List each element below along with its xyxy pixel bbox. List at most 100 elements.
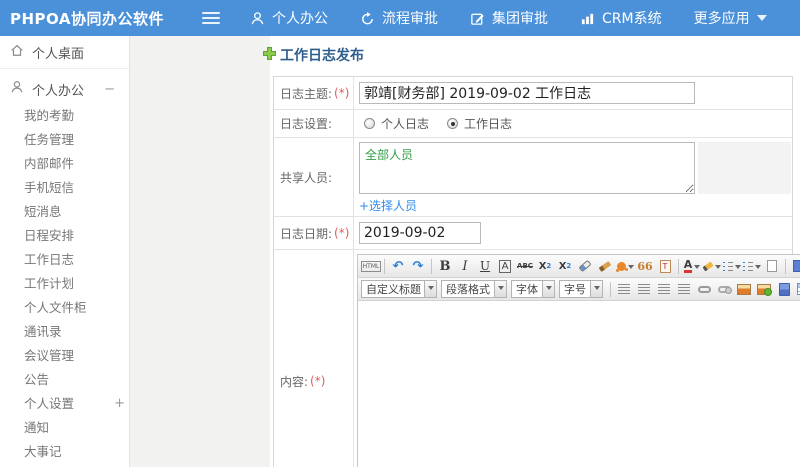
- font-color-button[interactable]: A: [682, 257, 702, 276]
- form-row-log-type: 日志设置: 个人日志 工作日志: [274, 110, 792, 138]
- nav-more-apps[interactable]: 更多应用: [678, 0, 783, 36]
- caret-down-icon: [590, 281, 602, 297]
- app-body: 个人桌面 个人办公 − 我的考勤 任务管理 内部邮件 手机短信 短消息 日程安排…: [0, 36, 800, 467]
- italic-button[interactable]: I: [455, 257, 475, 276]
- app-title: PHPOA协同办公软件: [10, 9, 164, 28]
- insert-web-image-button[interactable]: [754, 280, 774, 299]
- paste-as-text-button[interactable]: T: [655, 257, 675, 276]
- sidebar-item-notices[interactable]: 通知: [0, 416, 129, 440]
- align-left-button[interactable]: [614, 280, 634, 299]
- person-icon: [10, 80, 24, 98]
- nav-group-approval[interactable]: 集团审批: [454, 0, 564, 36]
- share-cell-filler: [698, 142, 791, 194]
- editor-content-area[interactable]: [358, 301, 800, 467]
- subscript-button[interactable]: X2: [555, 257, 575, 276]
- insert-link-button[interactable]: [694, 280, 714, 299]
- bar-chart-icon: [580, 11, 595, 26]
- sidebar-item-attendance[interactable]: 我的考勤: [0, 104, 129, 128]
- blockquote-button[interactable]: 66: [635, 257, 655, 276]
- nav-personal-office[interactable]: 个人办公: [234, 0, 344, 36]
- underline-button[interactable]: U: [475, 257, 495, 276]
- sidebar-item-meetings[interactable]: 会议管理: [0, 344, 129, 368]
- sidebar-item-personal-settings[interactable]: 个人设置 +: [0, 392, 129, 416]
- sidebar-submenu-2: 通知 大事记: [0, 416, 129, 464]
- sidebar-item-major-events[interactable]: 大事记: [0, 440, 129, 464]
- work-log-form: 日志主题: (*) 日志设置: 个人日志 工作日志: [273, 76, 800, 467]
- strikethrough-button[interactable]: ABC: [515, 257, 535, 276]
- sidebar-item-file-cabinet[interactable]: 个人文件柜: [0, 296, 129, 320]
- align-center-button[interactable]: [634, 280, 654, 299]
- sidebar-item-contacts[interactable]: 通讯录: [0, 320, 129, 344]
- main-content: 工作日志发布 日志主题: (*) 日志设置: 个人日志: [263, 36, 800, 467]
- caret-down-icon: [756, 15, 767, 26]
- log-date-input[interactable]: [359, 222, 481, 244]
- remove-link-button[interactable]: [714, 280, 734, 299]
- required-marker: (*): [334, 226, 350, 240]
- subject-input[interactable]: [359, 82, 695, 104]
- nav-crm-system[interactable]: CRM系统: [564, 0, 678, 36]
- custom-heading-select[interactable]: 自定义标题: [361, 280, 437, 298]
- sidebar-item-work-plan[interactable]: 工作计划: [0, 272, 129, 296]
- sidebar-item-messages[interactable]: 短消息: [0, 200, 129, 224]
- expand-plus-icon[interactable]: +: [114, 392, 129, 416]
- font-style-button[interactable]: A: [495, 257, 515, 276]
- insert-media-button[interactable]: [774, 280, 794, 299]
- sidebar-item-desktop[interactable]: 个人桌面: [0, 36, 129, 69]
- sidebar-item-tasks[interactable]: 任务管理: [0, 128, 129, 152]
- subject-label: 日志主题:: [280, 86, 333, 101]
- collapse-minus-icon[interactable]: −: [104, 82, 119, 97]
- redo-button[interactable]: ↷: [408, 257, 428, 276]
- top-nav: 个人办公 流程审批 集团审批 CRM系统 更多应用: [234, 0, 783, 36]
- personal-log-radio-label[interactable]: 个人日志: [381, 115, 429, 132]
- font-family-select[interactable]: 字体: [511, 280, 555, 298]
- html-source-button[interactable]: HTML: [360, 257, 382, 276]
- editor-toolbar-row-1: HTML ↶ ↷ B I U A ABC X2 X2 66 T A: [358, 255, 800, 278]
- new-page-button[interactable]: [762, 257, 782, 276]
- sidebar-item-sms[interactable]: 手机短信: [0, 176, 129, 200]
- auto-typeset-button[interactable]: [615, 257, 635, 276]
- bold-button[interactable]: B: [435, 257, 455, 276]
- required-marker: (*): [334, 86, 350, 100]
- sidebar-item-schedule[interactable]: 日程安排: [0, 224, 129, 248]
- highlight-color-button[interactable]: [702, 257, 722, 276]
- align-right-button[interactable]: [654, 280, 674, 299]
- form-row-share: 共享人员: 全部人员 +选择人员: [274, 138, 792, 217]
- caret-down-icon: [494, 281, 506, 297]
- font-size-select[interactable]: 字号: [559, 280, 603, 298]
- required-marker: (*): [310, 374, 326, 388]
- caret-down-icon: [755, 264, 761, 272]
- unordered-list-button[interactable]: [742, 257, 762, 276]
- insert-image-button[interactable]: [734, 280, 754, 299]
- share-people-textarea[interactable]: 全部人员: [359, 142, 695, 194]
- superscript-button[interactable]: X2: [535, 257, 555, 276]
- sidebar-item-announcements[interactable]: 公告: [0, 368, 129, 392]
- work-log-radio[interactable]: [447, 118, 459, 129]
- sidebar-item-mail[interactable]: 内部邮件: [0, 152, 129, 176]
- edit-icon: [470, 11, 485, 26]
- caret-down-icon: [694, 264, 701, 272]
- eraser-button[interactable]: [575, 257, 595, 276]
- caret-down-icon: [715, 264, 721, 272]
- hamburger-menu-icon[interactable]: [202, 9, 220, 27]
- sidebar-submenu: 我的考勤 任务管理 内部邮件 手机短信 短消息 日程安排 工作日志 工作计划 个…: [0, 104, 129, 392]
- ordered-list-button[interactable]: [722, 257, 742, 276]
- person-icon: [250, 11, 265, 26]
- page-title: 工作日志发布: [263, 45, 800, 65]
- top-bar: PHPOA协同办公软件 个人办公 流程审批 集团审批 CRM系统 更多应用: [0, 0, 800, 36]
- select-people-link[interactable]: +选择人员: [359, 197, 792, 214]
- nav-workflow-approval[interactable]: 流程审批: [344, 0, 454, 36]
- attachment-button[interactable]: [789, 257, 800, 276]
- work-log-radio-label[interactable]: 工作日志: [464, 115, 512, 132]
- log-type-label: 日志设置:: [280, 117, 333, 131]
- sidebar-group-personal-office[interactable]: 个人办公 −: [0, 74, 129, 104]
- paragraph-format-select[interactable]: 段落格式: [441, 280, 507, 298]
- align-justify-button[interactable]: [674, 280, 694, 299]
- undo-button[interactable]: ↶: [388, 257, 408, 276]
- insert-table-button[interactable]: [794, 280, 800, 299]
- sidebar: 个人桌面 个人办公 − 我的考勤 任务管理 内部邮件 手机短信 短消息 日程安排…: [0, 36, 130, 467]
- sidebar-item-work-log[interactable]: 工作日志: [0, 248, 129, 272]
- home-icon: [10, 43, 24, 61]
- personal-log-radio[interactable]: [364, 118, 375, 129]
- date-label: 日志日期:: [280, 226, 333, 241]
- format-brush-button[interactable]: [595, 257, 615, 276]
